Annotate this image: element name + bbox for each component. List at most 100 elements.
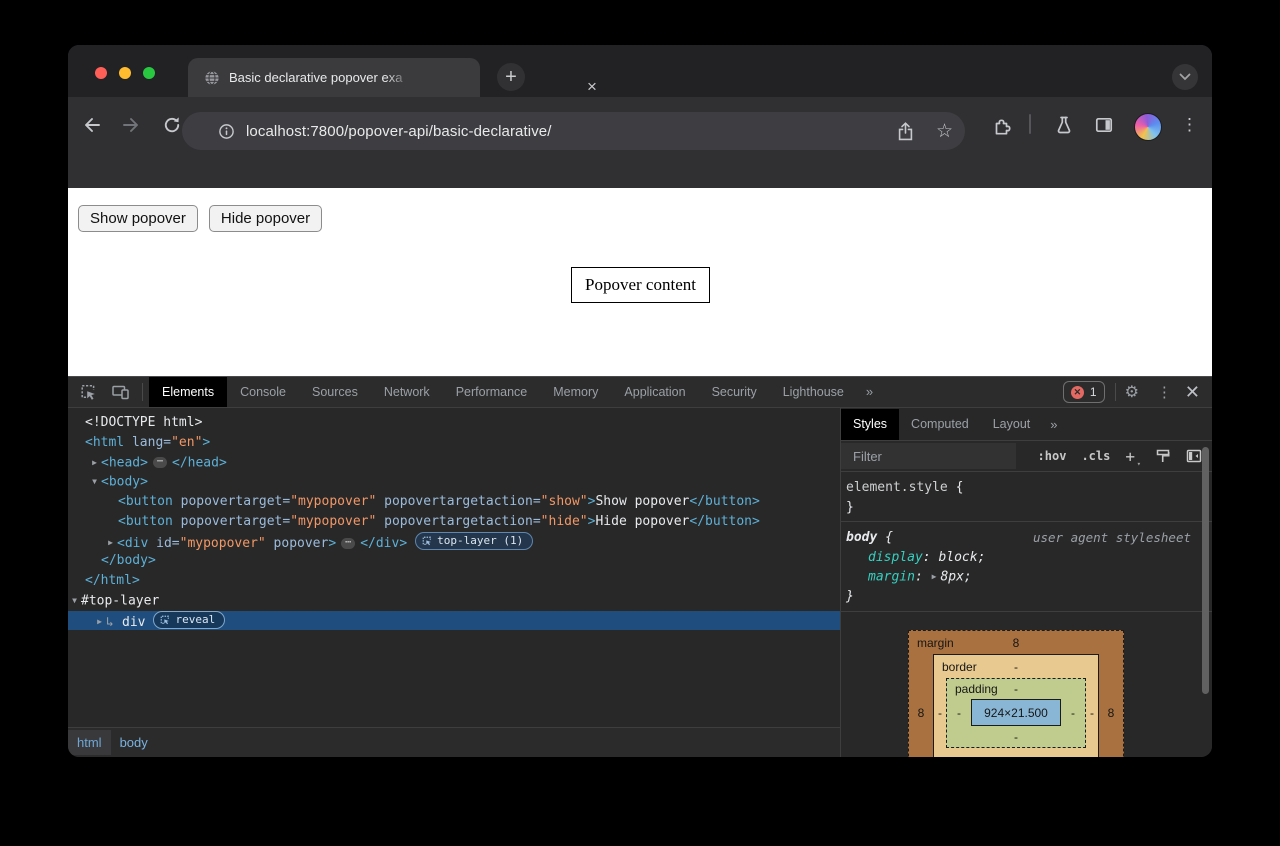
css-property-margin[interactable]: margin: ▶8px; [841, 567, 1212, 587]
devtools-tab-security[interactable]: Security [699, 377, 770, 407]
styles-filter-row: Filter :hov .cls +▾ [841, 441, 1212, 472]
code-token-tag: <button [118, 514, 173, 529]
panel-toggle-icon[interactable] [1186, 448, 1202, 464]
dom-tree-node[interactable]: </body> [68, 551, 840, 571]
code-token-plain: #top-layer [81, 593, 159, 608]
ellipsis-expand-button[interactable]: ⋯ [341, 538, 355, 549]
maximize-window-button[interactable] [143, 67, 155, 79]
expand-arrow-icon[interactable]: ▶ [93, 612, 106, 632]
box-model-border-left[interactable]: - [934, 678, 946, 748]
dom-tree-node[interactable]: ▶<head>⋯</head> [68, 453, 840, 473]
url-text[interactable]: localhost:7800/popover-api/basic-declara… [246, 123, 552, 140]
brush-icon[interactable] [1155, 448, 1171, 464]
minimize-window-button[interactable] [119, 67, 131, 79]
property-expand-arrow-icon[interactable]: ▶ [932, 572, 937, 581]
box-model-margin-top[interactable]: 8 [909, 636, 1123, 650]
code-token-plain: Show popover [595, 494, 689, 509]
box-model-border-bottom[interactable]: - [934, 748, 1098, 757]
element-class-toggle[interactable]: .cls [1081, 449, 1110, 463]
error-count-badge[interactable]: ✕ 1 [1063, 381, 1105, 403]
dom-tree-node-selected[interactable]: ▶↳divreveal [68, 611, 840, 631]
back-icon[interactable] [81, 114, 103, 136]
new-style-rule-button[interactable]: +▾ [1125, 447, 1140, 466]
css-rules-list: element.style {}user agent stylesheetbod… [841, 472, 1212, 612]
forward-icon[interactable] [120, 114, 142, 136]
dom-tree-node[interactable]: ▶<div id="mypopover" popover>⋯</div>top-… [68, 532, 840, 552]
dom-tree-node[interactable]: <button popovertarget="mypopover" popove… [68, 512, 840, 532]
devtools-close-icon[interactable]: ✕ [1185, 383, 1200, 401]
devtools-tab-performance[interactable]: Performance [443, 377, 541, 407]
box-model-content-size[interactable]: 924×21.500 [971, 699, 1061, 726]
more-tabs-chevron[interactable]: » [857, 377, 882, 407]
styles-tab-styles[interactable]: Styles [841, 409, 899, 440]
box-model-border-top[interactable]: - [934, 660, 1098, 674]
dom-tree-node[interactable]: ▼#top-layer [68, 591, 840, 611]
url-bar[interactable]: localhost:7800/popover-api/basic-declara… [182, 112, 965, 150]
toolbar-separator [1029, 114, 1031, 134]
styles-tab-layout[interactable]: Layout [981, 409, 1043, 440]
code-token-attr: popovertargetaction= [376, 514, 540, 529]
collapse-arrow-icon[interactable]: ▼ [68, 591, 81, 611]
dom-tree-node[interactable]: </html> [68, 571, 840, 591]
expand-arrow-icon[interactable]: ▶ [88, 453, 101, 473]
side-panel-icon[interactable] [1093, 114, 1115, 136]
site-info-icon[interactable] [218, 123, 235, 140]
tab-search-chevron-icon[interactable] [1172, 64, 1198, 90]
breadcrumb-body[interactable]: body [111, 730, 157, 755]
devtools-tab-console[interactable]: Console [227, 377, 299, 407]
code-token-val: "en" [171, 435, 202, 450]
styles-scrollbar-thumb[interactable] [1202, 447, 1209, 694]
profile-avatar[interactable] [1134, 113, 1162, 141]
expand-arrow-icon[interactable]: ▶ [104, 533, 117, 553]
dom-tree-node[interactable]: ▼<body> [68, 472, 840, 492]
devtools-right-separator [1115, 383, 1116, 401]
top-layer-badge[interactable]: top-layer (1) [415, 532, 533, 550]
devtools-menu-kebab-icon[interactable]: ⋮ [1157, 383, 1167, 401]
devtools-tab-application[interactable]: Application [611, 377, 698, 407]
browser-tab[interactable]: Basic declarative popover exa × [188, 58, 480, 97]
styles-more-tabs-chevron[interactable]: » [1042, 417, 1065, 432]
code-token-tag: <head> [101, 455, 148, 470]
new-tab-button[interactable]: + [497, 63, 525, 91]
collapse-arrow-icon[interactable]: ▼ [88, 472, 101, 492]
devtools-tab-network[interactable]: Network [371, 377, 443, 407]
pseudo-state-toggle[interactable]: :hov [1038, 449, 1067, 463]
ellipsis-expand-button[interactable]: ⋯ [153, 457, 167, 468]
code-token-tag: </button> [689, 494, 759, 509]
reveal-badge[interactable]: reveal [153, 611, 225, 629]
devtools-tab-lighthouse[interactable]: Lighthouse [770, 377, 857, 407]
dom-tree-node[interactable]: <!DOCTYPE html> [68, 413, 840, 433]
breadcrumb-html[interactable]: html [68, 730, 111, 755]
code-token-val: "show" [541, 494, 588, 509]
browser-menu-kebab-icon[interactable]: ⋮ [1181, 114, 1197, 136]
show-popover-button[interactable]: Show popover [78, 205, 198, 232]
code-token-tag: <button [118, 494, 173, 509]
bookmark-star-icon[interactable]: ☆ [936, 122, 953, 141]
hide-popover-button[interactable]: Hide popover [209, 205, 322, 232]
box-model-padding-bottom[interactable]: - [947, 726, 1085, 747]
device-toolbar-icon[interactable] [110, 382, 130, 402]
dom-tree-node[interactable]: <button popovertarget="mypopover" popove… [68, 492, 840, 512]
close-window-button[interactable] [95, 67, 107, 79]
box-model-padding-left[interactable]: - [947, 699, 971, 726]
share-icon[interactable] [897, 122, 914, 141]
styles-filter-input[interactable]: Filter [841, 443, 1016, 469]
reload-icon[interactable] [161, 114, 183, 136]
devtools-tab-memory[interactable]: Memory [540, 377, 611, 407]
box-model-margin-left[interactable]: 8 [909, 654, 933, 757]
devtools-settings-gear-icon[interactable]: ⚙ [1125, 382, 1139, 402]
devtools-tab-sources[interactable]: Sources [299, 377, 371, 407]
box-model-border-right[interactable]: - [1086, 678, 1098, 748]
inspect-element-icon[interactable] [78, 382, 98, 402]
dom-tree-node[interactable]: <html lang="en"> [68, 433, 840, 453]
devtools-tab-elements[interactable]: Elements [149, 377, 227, 407]
extensions-puzzle-icon[interactable] [990, 114, 1012, 136]
box-model-padding-right[interactable]: - [1061, 699, 1085, 726]
flask-icon[interactable] [1053, 114, 1075, 136]
box-model-margin-right[interactable]: 8 [1099, 654, 1123, 757]
devtools-toolbar: ElementsConsoleSourcesNetworkPerformance… [68, 377, 1212, 408]
box-model-padding-top[interactable]: - [947, 682, 1085, 696]
css-property-display[interactable]: display: block; [841, 548, 1212, 568]
styles-tab-computed[interactable]: Computed [899, 409, 981, 440]
tab-close-icon[interactable]: × [587, 78, 597, 95]
